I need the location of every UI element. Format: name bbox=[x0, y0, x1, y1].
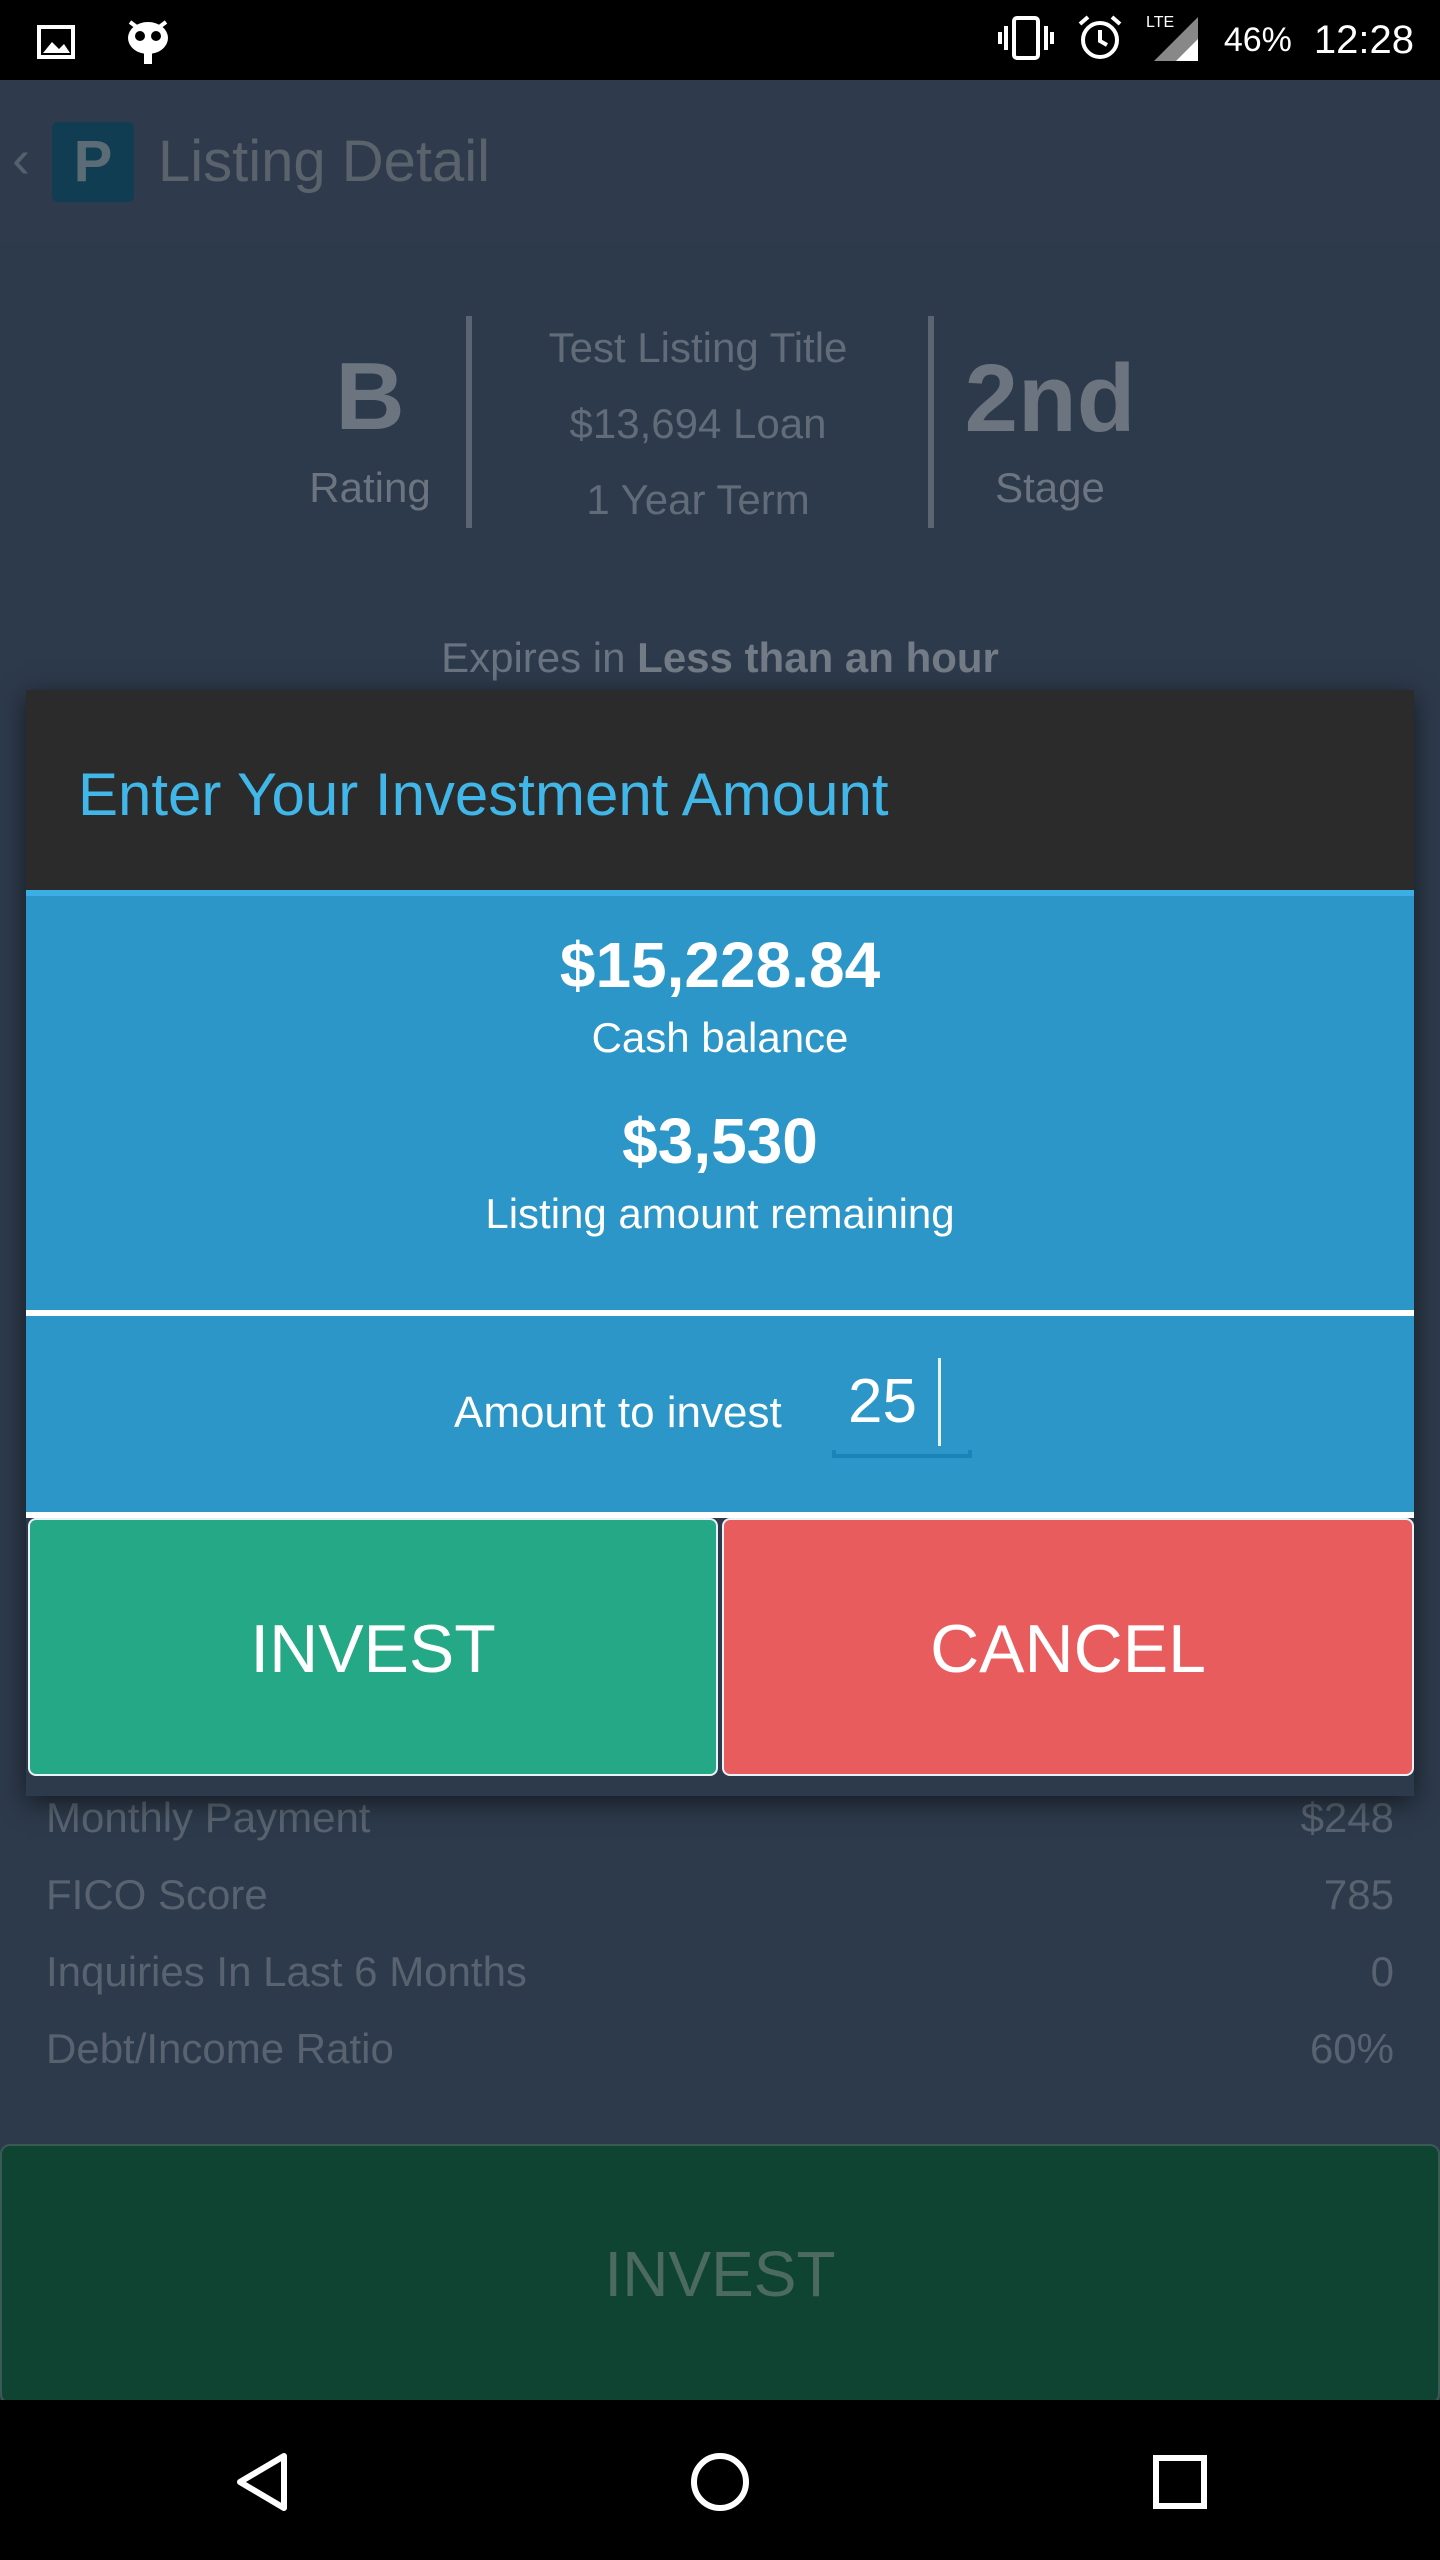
listing-remaining-label: Listing amount remaining bbox=[485, 1190, 955, 1237]
detail-row: Monthly Payment $248 bbox=[46, 1794, 1394, 1871]
listing-loan: $13,694 Loan bbox=[569, 400, 827, 447]
detail-label: Monthly Payment bbox=[46, 1794, 371, 1841]
detail-value: 785 bbox=[1323, 1871, 1394, 1918]
signal-icon: LTE bbox=[1146, 13, 1202, 68]
recents-nav-icon[interactable] bbox=[1140, 2442, 1220, 2522]
text-cursor bbox=[938, 1358, 941, 1446]
cash-balance-label: Cash balance bbox=[591, 1014, 849, 1061]
back-nav-icon[interactable] bbox=[222, 2442, 302, 2522]
back-icon[interactable]: ‹ bbox=[12, 128, 30, 190]
divider bbox=[466, 316, 472, 528]
listing-details: Monthly Payment $248 FICO Score 785 Inqu… bbox=[46, 1794, 1394, 2102]
investment-dialog: Enter Your Investment Amount $15,228.84 … bbox=[26, 690, 1414, 1796]
listing-term: 1 Year Term bbox=[586, 476, 810, 523]
app-bar: ‹ P Listing Detail bbox=[0, 80, 1440, 242]
bot-icon bbox=[126, 18, 170, 71]
stage-label: Stage bbox=[995, 464, 1105, 511]
listing-remaining: $3,530 bbox=[622, 1105, 818, 1177]
detail-label: Debt/Income Ratio bbox=[46, 2025, 394, 2072]
listing-summary: B Rating Test Listing Title $13,694 Loan… bbox=[0, 242, 1440, 692]
listing-invest-button[interactable]: INVEST bbox=[0, 2144, 1440, 2404]
app-logo[interactable]: P bbox=[52, 122, 134, 202]
amount-input[interactable] bbox=[834, 1356, 974, 1446]
home-nav-icon[interactable] bbox=[680, 2442, 760, 2522]
balance-panel: $15,228.84 Cash balance $3,530 Listing a… bbox=[26, 896, 1414, 1310]
dialog-header: Enter Your Investment Amount bbox=[26, 690, 1414, 896]
detail-row: Debt/Income Ratio 60% bbox=[46, 2025, 1394, 2102]
detail-value: 60% bbox=[1309, 2025, 1394, 2072]
amount-label: Amount to invest bbox=[454, 1388, 782, 1437]
rating-label: Rating bbox=[309, 464, 431, 511]
vibrate-icon bbox=[997, 15, 1054, 65]
detail-row: FICO Score 785 bbox=[46, 1871, 1394, 1948]
cash-balance: $15,228.84 bbox=[559, 929, 881, 1001]
battery-percent: 46% bbox=[1223, 20, 1292, 59]
invest-button[interactable]: INVEST bbox=[28, 1518, 718, 1776]
expires-prefix: Expires in bbox=[441, 634, 626, 681]
expires-value: Less than an hour bbox=[637, 634, 999, 681]
dialog-title: Enter Your Investment Amount bbox=[78, 761, 889, 828]
amount-row: Amount to invest bbox=[26, 1316, 1414, 1512]
status-bar: LTE 46% 12:28 bbox=[0, 0, 1440, 80]
page-title: Listing Detail bbox=[158, 129, 491, 194]
rating-grade: B bbox=[335, 343, 405, 450]
divider bbox=[928, 316, 934, 528]
detail-value: $248 bbox=[1300, 1794, 1394, 1841]
detail-label: FICO Score bbox=[46, 1871, 268, 1918]
input-underline bbox=[832, 1450, 972, 1458]
detail-label: Inquiries In Last 6 Months bbox=[46, 1948, 527, 1995]
cancel-button[interactable]: CANCEL bbox=[722, 1518, 1414, 1776]
image-icon bbox=[36, 22, 76, 67]
listing-title: Test Listing Title bbox=[548, 324, 848, 371]
svg-text:LTE: LTE bbox=[1146, 14, 1174, 31]
clock: 12:28 bbox=[1313, 17, 1414, 62]
navigation-bar bbox=[0, 2400, 1440, 2560]
detail-value: 0 bbox=[1370, 1948, 1394, 1995]
expires-text: Expires in Less than an hour bbox=[0, 634, 1440, 682]
detail-row: Inquiries In Last 6 Months 0 bbox=[46, 1948, 1394, 2025]
stage-value: 2nd bbox=[964, 345, 1136, 452]
alarm-icon bbox=[1076, 14, 1124, 67]
